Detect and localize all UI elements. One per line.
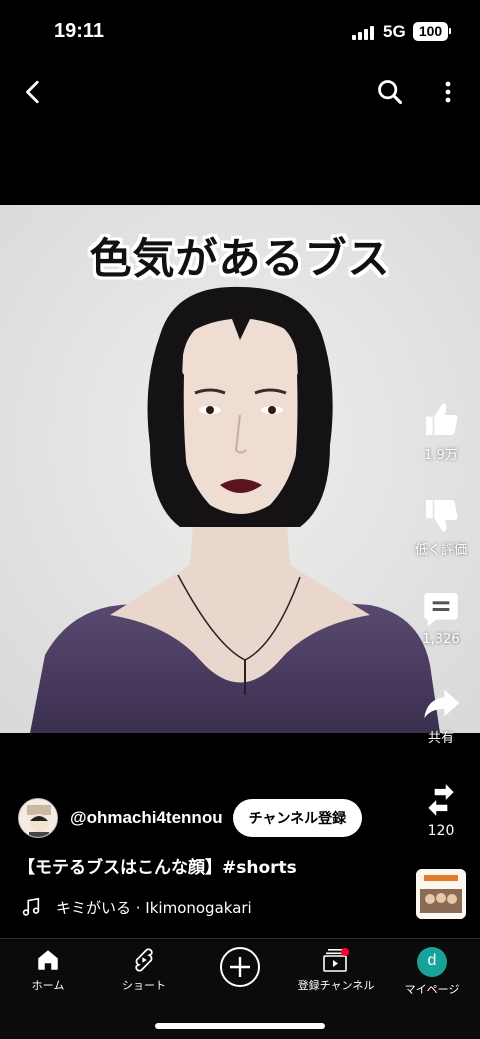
status-time: 19:11 [54,20,105,42]
battery-icon: 100 [413,22,448,41]
channel-avatar-image [19,799,57,837]
remix-count: 120 [427,823,455,839]
like-button[interactable]: 1.9万 [408,400,474,463]
vertical-dots-icon [445,81,451,103]
video-caption: 色気があるブス [89,234,391,283]
share-button[interactable]: 共有 [408,683,474,746]
home-indicator[interactable] [155,1023,325,1029]
search-button[interactable] [370,72,410,112]
sound-thumbnail-image [416,869,466,919]
comments-button[interactable]: 1,326 [408,588,474,647]
music-note-icon [22,897,40,916]
status-bar: 19:11 5G 100 [0,0,480,62]
nav-home-label: ホーム [31,979,65,992]
video-player[interactable]: 色気があるブス [0,205,480,733]
signal-icon [352,26,376,40]
top-nav [0,62,480,118]
thumbs-down-icon [426,500,458,532]
comment-count: 1,326 [422,632,460,647]
share-arrow-icon [424,689,460,718]
more-button[interactable] [432,72,464,112]
search-icon [378,80,403,105]
battery-nub [449,28,451,34]
dislike-button[interactable]: 低く評価 [408,495,474,558]
remix-icon [428,784,454,816]
comment-icon [424,593,458,627]
subscribe-button[interactable]: チャンネル登録 [232,799,363,837]
remix-button[interactable]: 120 [416,781,466,839]
subscriptions-icon [323,948,349,972]
channel-row: @ohmachi4tennou チャンネル登録 [18,796,378,840]
user-avatar: d [417,947,447,977]
nav-home[interactable]: ホーム [0,947,96,993]
nav-shorts-label: ショート [122,979,166,992]
music-text: キミがいる · Ikimonogakari [56,898,252,917]
chevron-left-icon [26,80,39,104]
music-row[interactable]: キミがいる · Ikimonogakari [20,896,252,918]
create-button[interactable] [219,946,261,988]
network-type: 5G [383,22,406,41]
channel-handle[interactable]: @ohmachi4tennou [70,808,223,828]
sound-thumbnail[interactable] [416,869,466,919]
nav-subscriptions[interactable]: 登録チャンネル [288,947,384,993]
nav-shorts[interactable]: ショート [96,947,192,993]
channel-avatar[interactable] [18,798,58,838]
dislike-label: 低く評価 [414,543,467,558]
video-title[interactable]: 【モテるブスはこんな顔】#shorts [18,853,297,878]
plus-circle-icon [220,947,260,987]
back-button[interactable] [14,72,54,112]
like-count: 1.9万 [424,448,458,463]
nav-you-label: マイページ [404,983,460,996]
shorts-icon [135,948,153,972]
share-label: 共有 [427,731,454,746]
nav-you[interactable]: d マイページ [384,947,480,997]
home-icon [38,950,58,970]
thumbs-up-icon [426,403,458,435]
nav-subscriptions-label: 登録チャンネル [297,979,375,992]
